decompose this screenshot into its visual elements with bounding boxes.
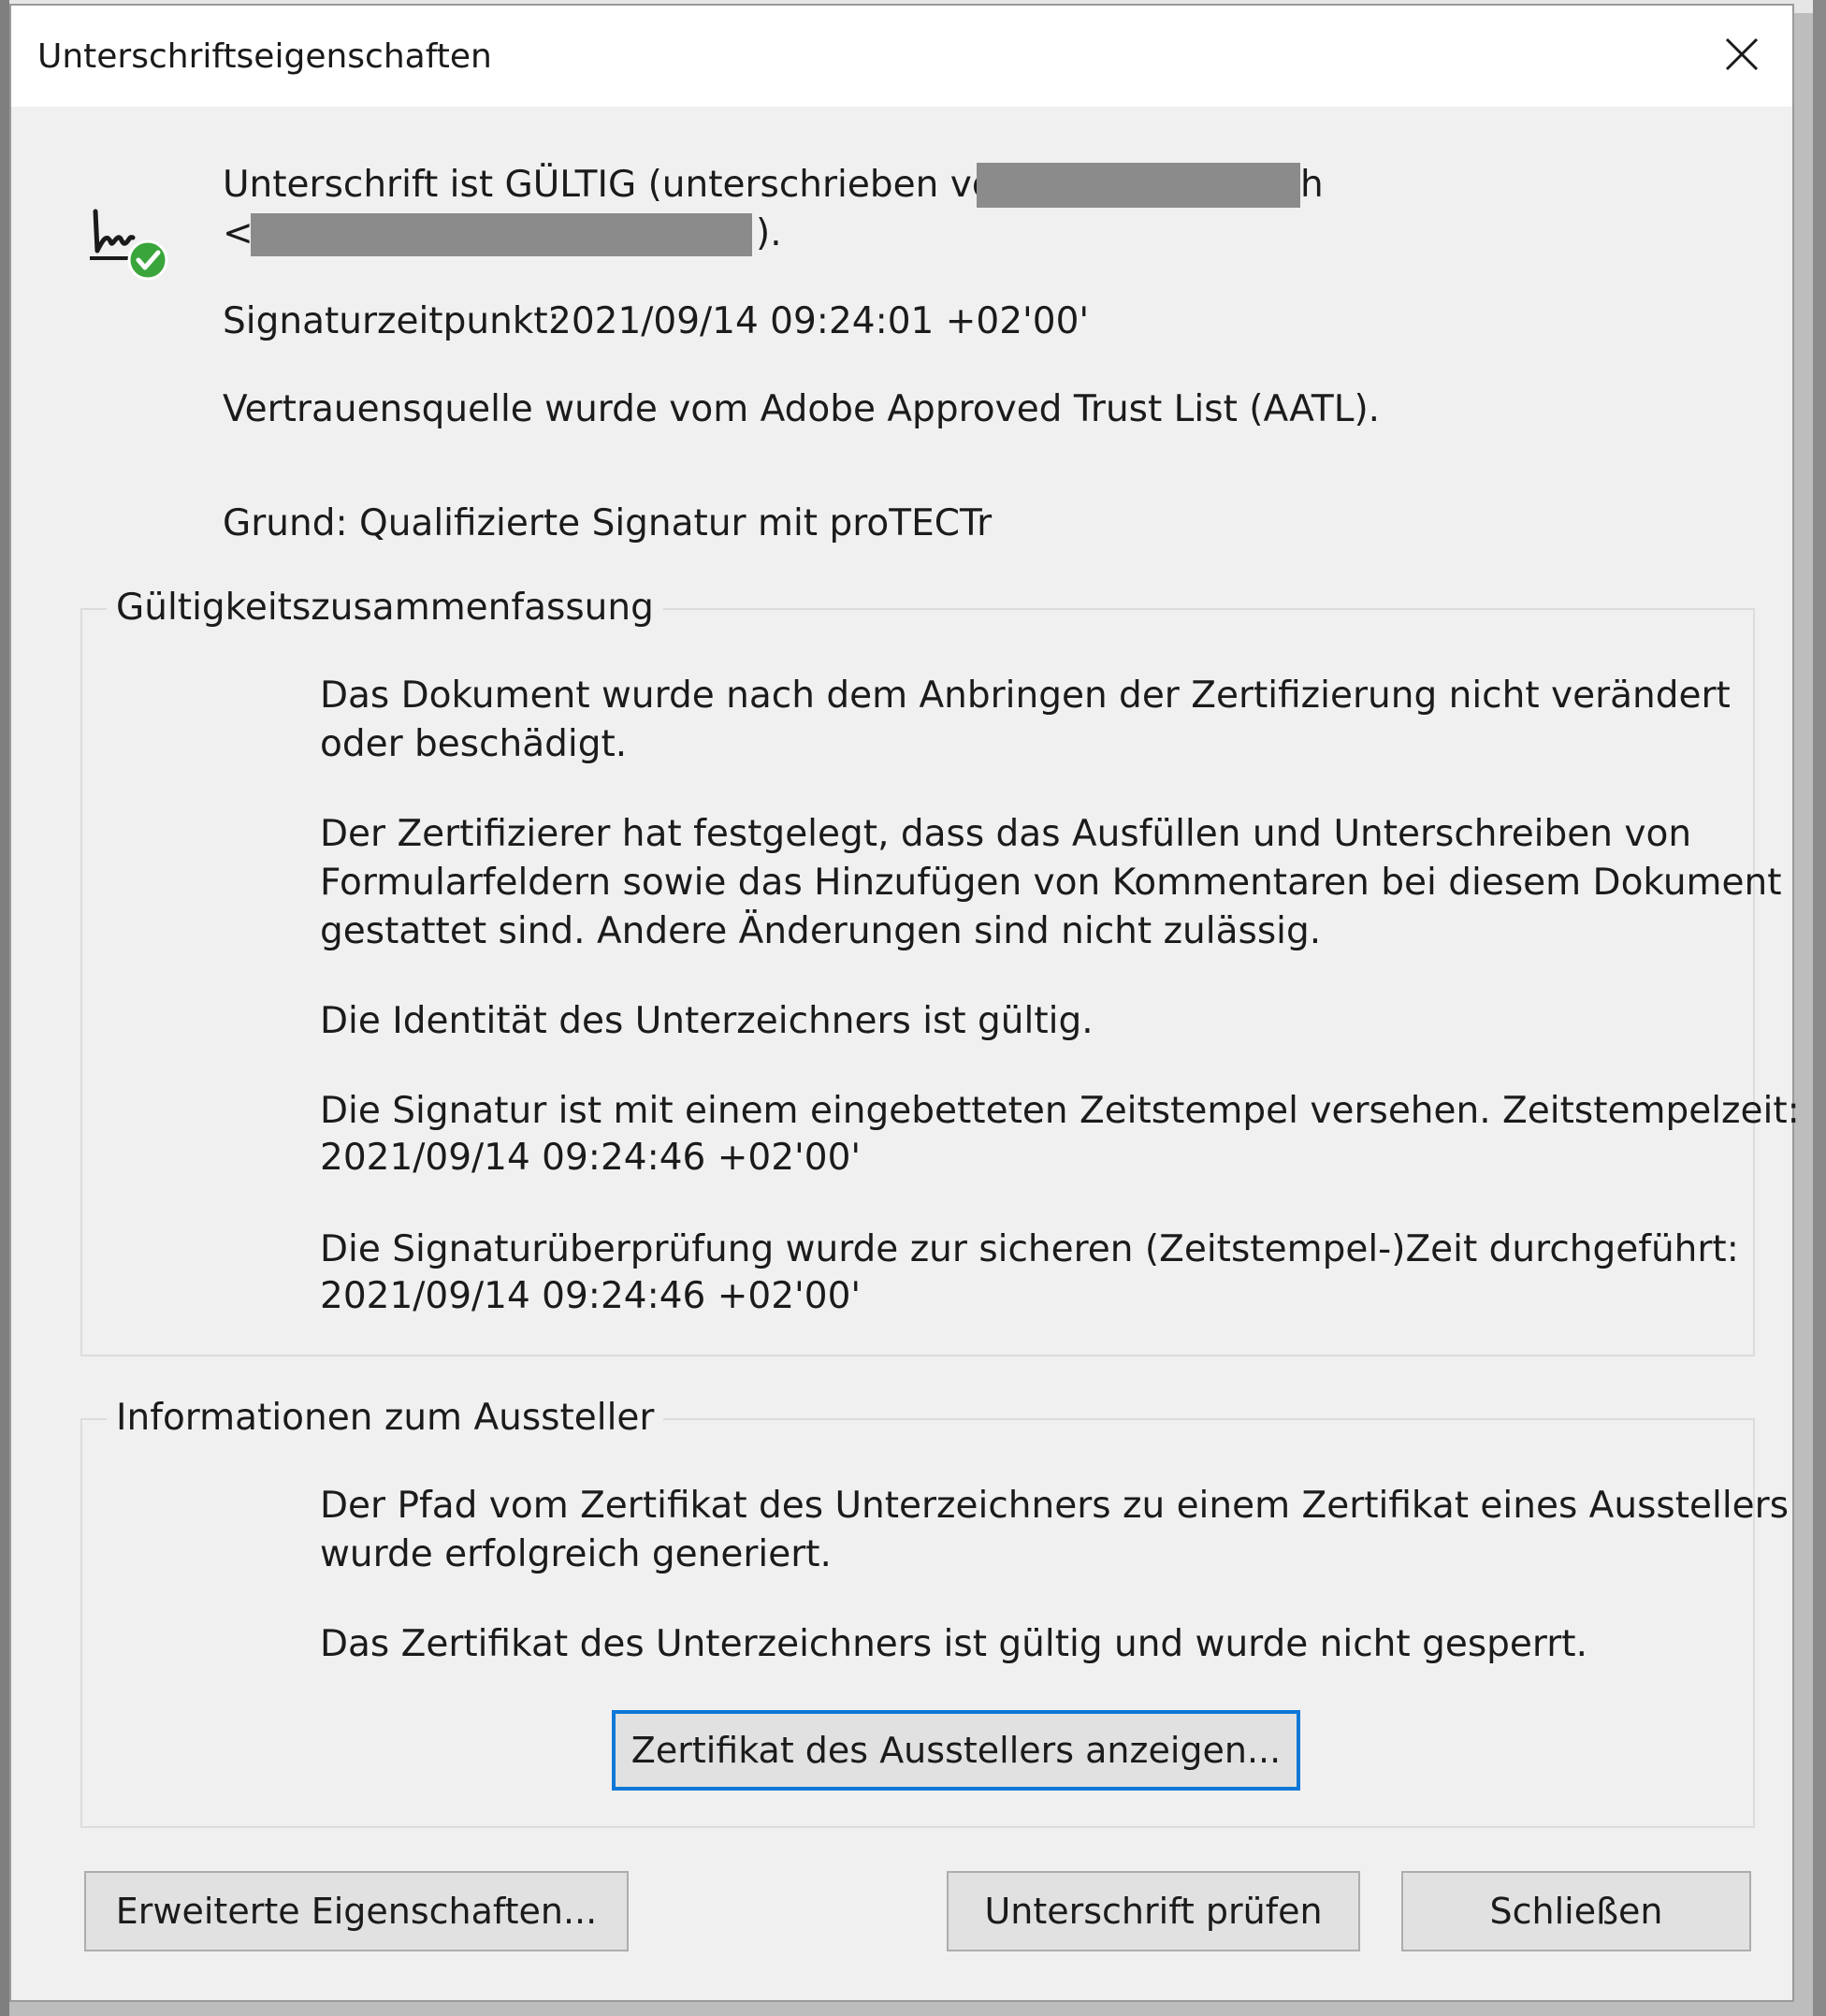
signature-time-value: 2021/09/14 09:24:01 +02'00' <box>548 300 1090 342</box>
validity-summary-heading: Gültigkeitszusammenfassung <box>107 584 663 632</box>
advanced-properties-button[interactable]: Erweiterte Eigenschaften... <box>84 1871 629 1951</box>
validity-text: Die Signatur ist mit einem eingebetteten… <box>320 1090 1800 1132</box>
reason-label: Grund: <box>223 502 348 544</box>
signature-status-text: Unterschrift ist GÜLTIG (unterschrieben … <box>223 164 1051 206</box>
title-bar: Unterschriftseigenschaften <box>11 6 1792 107</box>
issuer-text: Der Pfad vom Zertifikat des Unterzeichne… <box>320 1485 1790 1527</box>
validity-text: 2021/09/14 09:24:46 +02'00' <box>320 1137 862 1179</box>
validity-text: oder beschädigt. <box>320 723 628 765</box>
validity-text: Das Dokument wurde nach dem Anbringen de… <box>320 674 1731 717</box>
issuer-text: wurde erfolgreich generiert. <box>320 1533 832 1575</box>
redacted-signer-name <box>977 163 1300 208</box>
signer-email-close: ). <box>756 212 782 254</box>
background-window-edge <box>1813 0 1826 2016</box>
signer-email-open: < <box>223 212 254 254</box>
dialog-title: Unterschriftseigenschaften <box>37 37 492 76</box>
reason-value: Qualifizierte Signatur mit proTECTr <box>359 502 993 544</box>
close-icon <box>1725 37 1759 71</box>
redacted-signer-email <box>251 213 752 256</box>
validity-text: 2021/09/14 09:24:46 +02'00' <box>320 1275 862 1317</box>
issuer-text: Das Zertifikat des Unterzeichners ist gü… <box>320 1623 1587 1665</box>
trust-source-text: Vertrauensquelle wurde vom Adobe Approve… <box>223 388 1381 430</box>
signature-properties-dialog: Unterschriftseigenschaften Unterschrift … <box>9 4 1800 2002</box>
signature-status-suffix: h <box>1300 164 1324 206</box>
signature-valid-icon <box>90 209 168 281</box>
validity-text: gestattet sind. Andere Änderungen sind n… <box>320 910 1322 952</box>
validity-text: Die Signaturüberprüfung wurde zur sicher… <box>320 1228 1739 1270</box>
background-window-edge <box>0 0 9 2016</box>
signature-time-label: Signaturzeitpunkt: <box>223 300 560 342</box>
issuer-info-heading: Informationen zum Aussteller <box>107 1394 664 1443</box>
close-dialog-button[interactable]: Schließen <box>1401 1871 1751 1951</box>
show-issuer-certificate-button[interactable]: Zertifikat des Ausstellers anzeigen... <box>612 1710 1300 1791</box>
verify-signature-button[interactable]: Unterschrift prüfen <box>947 1871 1360 1951</box>
validity-text: Die Identität des Unterzeichners ist gül… <box>320 1000 1094 1042</box>
validity-text: Der Zertifizierer hat festgelegt, dass d… <box>320 813 1692 855</box>
validity-text: Formularfeldern sowie das Hinzufügen von… <box>320 862 1782 904</box>
close-button[interactable] <box>1704 17 1779 92</box>
